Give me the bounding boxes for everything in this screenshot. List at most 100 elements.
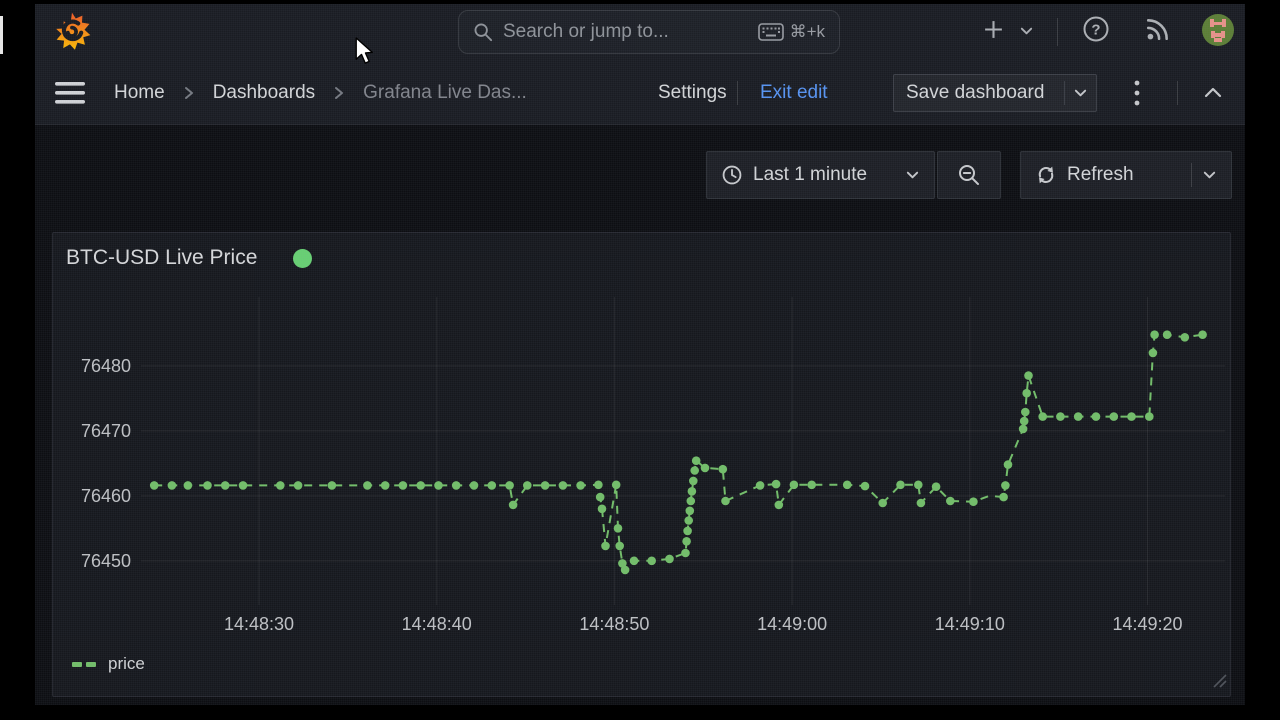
chart-data-point: [756, 481, 765, 490]
x-axis-tick-label: 14:48:40: [402, 614, 472, 634]
add-menu-chevron[interactable]: [1019, 24, 1034, 38]
chart-data-point: [1110, 412, 1119, 421]
chart-data-point: [1074, 412, 1083, 421]
x-axis-tick-label: 14:49:20: [1112, 614, 1182, 634]
chart-data-point: [1021, 408, 1030, 417]
chart-data-point: [683, 527, 692, 536]
breadcrumb-home[interactable]: Home: [114, 82, 165, 104]
chart-data-point: [614, 524, 623, 533]
chart-data-point: [1001, 481, 1010, 490]
breadcrumb-dashboards[interactable]: Dashboards: [213, 82, 315, 104]
x-axis-tick-label: 14:49:10: [935, 614, 1005, 634]
chart-data-point: [509, 501, 518, 510]
chart-data-point: [687, 497, 696, 506]
y-axis-tick-label: 76460: [81, 486, 131, 506]
chart-data-point: [775, 501, 784, 510]
legend-series-marker: [72, 662, 96, 667]
chart-data-point: [969, 497, 978, 506]
panel-btc-usd-live-price[interactable]: 7645076460764707648014:48:3014:48:4014:4…: [52, 232, 1231, 697]
add-button[interactable]: [983, 19, 1004, 40]
zoom-out-time-button[interactable]: [937, 151, 1001, 199]
chart-data-point: [1149, 349, 1158, 358]
top-bar: Search or jump to... ⌘+k: [35, 4, 1245, 61]
chevron-down-icon[interactable]: [1073, 86, 1088, 100]
grafana-logo[interactable]: [52, 9, 92, 53]
legend-item-price[interactable]: price: [72, 653, 145, 675]
hamburger-icon: [55, 81, 85, 105]
search-input[interactable]: Search or jump to... ⌘+k: [458, 10, 840, 54]
chart-data-point: [807, 481, 816, 490]
chart-data-point: [772, 480, 781, 489]
chart-data-point: [363, 481, 372, 490]
panel-resize-handle[interactable]: [1211, 672, 1227, 693]
y-axis-tick-label: 76480: [81, 356, 131, 376]
news-button[interactable]: [1145, 16, 1171, 42]
search-shortcut: ⌘+k: [758, 22, 825, 42]
chart-data-point: [665, 555, 674, 564]
exit-edit-button[interactable]: Exit edit: [760, 61, 828, 124]
save-dashboard-button[interactable]: Save dashboard: [893, 74, 1097, 112]
screen-edge-artifact: [0, 16, 3, 54]
chart-data-point: [721, 497, 730, 506]
more-options-button[interactable]: [1133, 78, 1141, 108]
chart-data-point: [594, 481, 603, 490]
chevron-down-icon: [905, 168, 920, 182]
avatar[interactable]: [1202, 14, 1234, 46]
chart-data-point: [168, 481, 177, 490]
chart-data-point: [686, 507, 695, 516]
chart-data-point: [523, 481, 532, 490]
chart-data-point: [598, 505, 607, 514]
settings-button[interactable]: Settings: [658, 61, 727, 124]
nav-divider: [1177, 81, 1178, 105]
chart-data-point: [1019, 425, 1028, 434]
panel-title-text: BTC-USD Live Price: [66, 246, 257, 270]
chart-data-point: [294, 481, 303, 490]
chart-data-point: [689, 477, 698, 486]
streaming-indicator-dot: [293, 249, 312, 268]
svg-text:?: ?: [1091, 22, 1100, 39]
chart-data-point: [1145, 412, 1154, 421]
chart-data-point: [896, 481, 905, 490]
chart-data-point: [381, 481, 390, 490]
chart-data-point: [1092, 412, 1101, 421]
panel-header[interactable]: BTC-USD Live Price: [66, 246, 312, 270]
avatar-image: [1202, 14, 1234, 46]
x-axis-tick-label: 14:48:50: [579, 614, 649, 634]
chart-data-point: [701, 464, 710, 473]
chart-data-point: [946, 497, 955, 506]
help-icon: ?: [1082, 15, 1110, 43]
chevron-right-icon: [183, 85, 195, 101]
chart-plot-area[interactable]: [141, 297, 1225, 605]
x-axis-tick-label: 14:48:30: [224, 614, 294, 634]
chart-data-point: [541, 481, 550, 490]
chart-data-point: [917, 499, 926, 508]
search-placeholder: Search or jump to...: [503, 21, 748, 43]
chart-data-point: [1163, 330, 1172, 339]
chart-data-point: [684, 516, 693, 525]
chart-data-point: [1038, 412, 1047, 421]
legend-series-label: price: [108, 654, 145, 674]
chart-data-point: [1127, 412, 1136, 421]
refresh-divider: [1191, 163, 1192, 187]
chart-data-point: [576, 481, 585, 490]
time-range-picker[interactable]: Last 1 minute: [706, 151, 935, 199]
resize-grip-icon: [1211, 672, 1227, 688]
chart-data-point: [1020, 417, 1029, 426]
chart-data-point: [601, 542, 610, 551]
refresh-label: Refresh: [1067, 164, 1134, 186]
chart-data-point: [688, 487, 697, 496]
chart-data-point: [790, 481, 799, 490]
refresh-button[interactable]: Refresh: [1020, 151, 1232, 199]
chevron-down-icon[interactable]: [1202, 168, 1217, 182]
chart-data-point: [615, 542, 624, 551]
chart-data-point: [452, 481, 461, 490]
chart-data-point: [647, 557, 656, 566]
y-axis-tick-label: 76470: [81, 421, 131, 441]
clock-icon: [721, 164, 743, 186]
breadcrumb: Home Dashboards Grafana Live Das...: [114, 61, 527, 124]
help-button[interactable]: ?: [1082, 15, 1110, 43]
chart-data-point: [399, 481, 408, 490]
collapse-bar-button[interactable]: [1203, 85, 1223, 100]
menu-toggle[interactable]: [55, 81, 85, 105]
chart-data-point: [416, 481, 425, 490]
